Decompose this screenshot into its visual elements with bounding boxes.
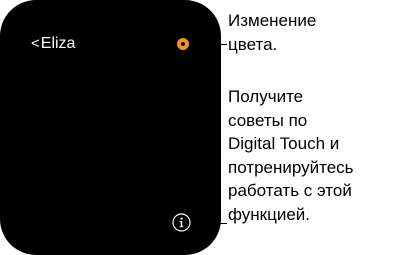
callout-line-3: Digital Touch и <box>228 134 340 153</box>
callout-line-1: Изменение <box>228 11 317 30</box>
color-callout-line <box>189 44 227 45</box>
callout-line-6: функцией. <box>228 204 311 224</box>
callout-line-1: Получите <box>228 87 304 106</box>
callout-line-4: потренируйтесь <box>228 157 354 177</box>
color-dot-icon <box>181 42 185 46</box>
color-callout-text: Изменение цвета. <box>228 9 316 56</box>
back-button[interactable]: <Eliza <box>31 34 75 54</box>
illustration: <Eliza Изменение цвета. Получите советы … <box>0 0 405 255</box>
info-callout-text: Получите советы по Digital Touch и потре… <box>228 85 354 226</box>
info-callout-line <box>193 223 227 224</box>
info-icon <box>172 213 191 232</box>
callout-line-2: цвета. <box>228 34 278 54</box>
callout-line-5: работать с этой <box>228 181 352 200</box>
info-button[interactable] <box>172 213 191 232</box>
back-button-label: Eliza <box>40 35 76 52</box>
watch-screen: <Eliza <box>0 0 221 255</box>
color-picker-button[interactable] <box>177 38 189 50</box>
chevron-left-icon: < <box>31 35 40 52</box>
callout-line-2: советы по <box>228 110 308 130</box>
